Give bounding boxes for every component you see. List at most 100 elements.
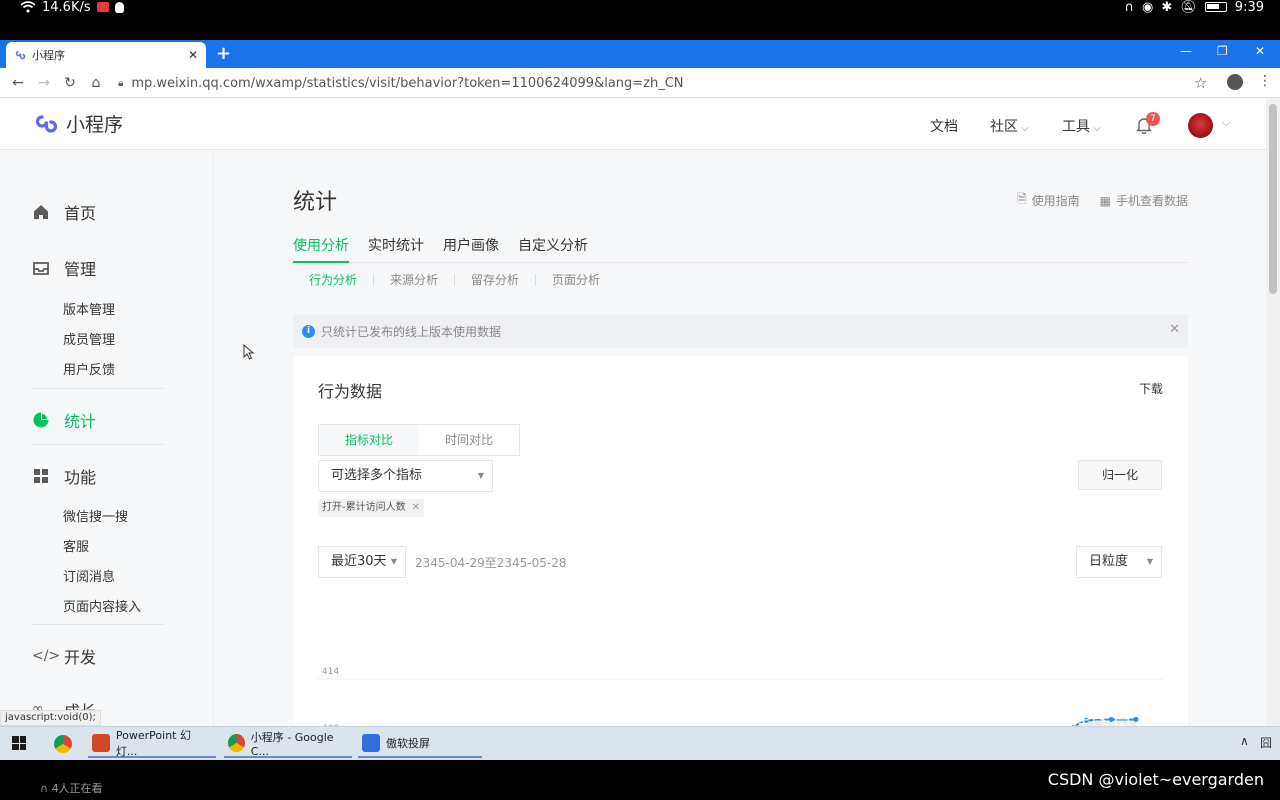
- phone-status-bar: 14.6K/s ∩ ◉ ✱ 🔕︎ 9:39: [0, 0, 1280, 40]
- tab-realtime[interactable]: 实时统计: [368, 235, 424, 263]
- sidebar-item-subscribe[interactable]: 订阅消息: [63, 566, 115, 585]
- subtab-source[interactable]: 来源分析: [390, 271, 438, 288]
- cast-icon: [362, 734, 380, 752]
- divider: [32, 388, 164, 389]
- range-select[interactable]: 最近30天 ▼: [318, 546, 406, 578]
- metric-chip: 打开-累计访问人数 ✕: [318, 499, 424, 517]
- mouse-cursor-icon: [243, 344, 255, 360]
- subtab-pages[interactable]: 页面分析: [552, 271, 600, 288]
- sidebar-item-manage[interactable]: 管理: [32, 256, 96, 280]
- csdn-credit: CSDN @violet~evergarden: [1047, 770, 1264, 789]
- caret-down-icon: ▼: [1146, 557, 1153, 566]
- nav-community[interactable]: 社区 ⌵: [990, 116, 1029, 136]
- sidebar-item-content[interactable]: 页面内容接入: [63, 596, 141, 615]
- reload-icon[interactable]: ↻: [57, 75, 83, 91]
- mobile-data-link[interactable]: ▦ 手机查看数据: [1100, 190, 1188, 211]
- normalize-button[interactable]: 归一化: [1078, 460, 1162, 490]
- tab-portrait[interactable]: 用户画像: [443, 235, 499, 263]
- granularity-select[interactable]: 日粒度 ▼: [1076, 546, 1162, 578]
- ime-icon[interactable]: 囧: [1260, 734, 1272, 751]
- restore-icon[interactable]: ❐: [1217, 44, 1228, 58]
- chevron-down-icon[interactable]: ⌵: [1222, 116, 1230, 130]
- network-speed: 14.6K/s: [42, 0, 91, 15]
- chevron-down-icon: ⌵: [1018, 123, 1029, 134]
- sidebar-item-search[interactable]: 微信搜一搜: [63, 506, 128, 525]
- headphones-icon: ∩: [1124, 0, 1135, 15]
- headset-icon: ∩: [40, 782, 52, 795]
- lock-icon: 🔒︎: [118, 77, 124, 89]
- powerpoint-icon: [92, 734, 110, 752]
- guide-label: 使用指南: [1031, 194, 1080, 208]
- miniprogram-favicon-icon: [15, 50, 26, 60]
- scrollbar[interactable]: [1266, 98, 1280, 726]
- close-icon[interactable]: ✕: [1169, 322, 1180, 337]
- app-notification-icon: [96, 2, 109, 12]
- tab-usage[interactable]: 使用分析: [293, 235, 349, 263]
- menu-icon[interactable]: ⋮: [1258, 73, 1272, 89]
- secondary-tabs: 行为分析 来源分析 留存分析 页面分析: [309, 271, 600, 288]
- browser-tab[interactable]: 小程序 ✕: [6, 42, 206, 68]
- subtab-retention[interactable]: 留存分析: [471, 271, 519, 288]
- card-title: 行为数据: [318, 382, 383, 401]
- logo[interactable]: 小程序: [32, 110, 123, 137]
- taskbar-chrome-window[interactable]: 小程序 - Google C...: [224, 730, 352, 758]
- star-icon[interactable]: ☆: [1194, 74, 1207, 92]
- taskbar-cast[interactable]: 傲软投屏: [358, 730, 482, 758]
- sidebar-item-home[interactable]: 首页: [32, 200, 96, 224]
- subtab-behavior[interactable]: 行为分析: [309, 271, 357, 288]
- sidebar-item-members[interactable]: 成员管理: [63, 329, 115, 348]
- new-tab-button[interactable]: +: [216, 43, 231, 64]
- data-point[interactable]: [1133, 716, 1139, 722]
- profile-icon[interactable]: [1227, 74, 1243, 90]
- forward-icon[interactable]: →: [31, 75, 57, 91]
- behavior-card: 行为数据 下载 指标对比 时间对比 可选择多个指标 ▼ 归一化 打开-累计访问人…: [293, 356, 1188, 726]
- sidebar-item-feedback[interactable]: 用户反馈: [63, 359, 115, 378]
- taskbar-chrome[interactable]: [50, 730, 76, 758]
- divider: [32, 624, 164, 625]
- segment-metric-compare[interactable]: 指标对比: [319, 425, 419, 455]
- guide-link[interactable]: 🗎︎ 使用指南: [1017, 190, 1080, 211]
- sidebar-item-version[interactable]: 版本管理: [63, 299, 115, 318]
- download-link[interactable]: 下载: [1139, 380, 1163, 397]
- browser-tab-bar: 小程序 ✕ + — ❐ ✕: [0, 40, 1280, 68]
- taskbar-powerpoint[interactable]: PowerPoint 幻灯...: [88, 729, 216, 758]
- logo-text: 小程序: [66, 114, 124, 136]
- sidebar-item-service[interactable]: 客服: [63, 536, 89, 555]
- taskbar-cast-label: 傲软投屏: [386, 737, 430, 750]
- nav-docs[interactable]: 文档: [930, 116, 958, 136]
- sidebar-item-label: 管理: [64, 260, 97, 279]
- document-icon: 🗎︎: [1016, 192, 1027, 206]
- taskbar-powerpoint-label: PowerPoint 幻灯...: [115, 729, 191, 758]
- close-window-icon[interactable]: ✕: [1255, 44, 1265, 58]
- caret-down-icon: ▼: [477, 471, 484, 480]
- segment-time-compare[interactable]: 时间对比: [419, 425, 519, 455]
- url-field[interactable]: 🔒︎ mp.weixin.qq.com/wxamp/statistics/vis…: [118, 73, 1188, 93]
- metric-select[interactable]: 可选择多个指标 ▼: [318, 460, 493, 492]
- taskbar-chrome-label: 小程序 - Google C...: [250, 730, 334, 758]
- bluetooth-icon: ✱: [1161, 0, 1173, 15]
- qq-icon: [114, 1, 124, 13]
- page-title: 统计: [293, 190, 338, 215]
- tab-custom[interactable]: 自定义分析: [518, 235, 588, 263]
- nav-tools-label: 工具: [1062, 119, 1090, 135]
- sidebar: 首页 管理 版本管理 成员管理 用户反馈 统计 功能 微信搜一搜 客服 订阅消息…: [0, 150, 214, 726]
- close-tab-icon[interactable]: ✕: [188, 48, 198, 62]
- close-icon[interactable]: ✕: [412, 502, 420, 513]
- viewer-count-label: 4人正在看: [51, 782, 103, 795]
- chevron-up-icon[interactable]: ∧: [1240, 734, 1249, 748]
- mute-icon: 🔕︎: [1180, 0, 1197, 15]
- scrollbar-thumb[interactable]: [1269, 104, 1277, 294]
- divider: [454, 273, 456, 286]
- sidebar-item-stats[interactable]: 统计: [32, 408, 96, 432]
- back-icon[interactable]: ←: [5, 75, 31, 91]
- minimize-icon[interactable]: —: [1180, 44, 1192, 58]
- nav-community-label: 社区: [990, 119, 1018, 135]
- sidebar-item-features[interactable]: 功能: [32, 464, 96, 488]
- avatar[interactable]: [1188, 113, 1213, 138]
- pie-chart-icon: [33, 412, 49, 428]
- sidebar-item-develop[interactable]: </> 开发: [32, 644, 96, 668]
- date-range: 2345-04-29至2345-05-28: [415, 556, 567, 570]
- windows-start-icon[interactable]: [12, 736, 26, 750]
- nav-tools[interactable]: 工具 ⌵: [1062, 116, 1101, 136]
- home-icon[interactable]: ⌂: [83, 75, 109, 91]
